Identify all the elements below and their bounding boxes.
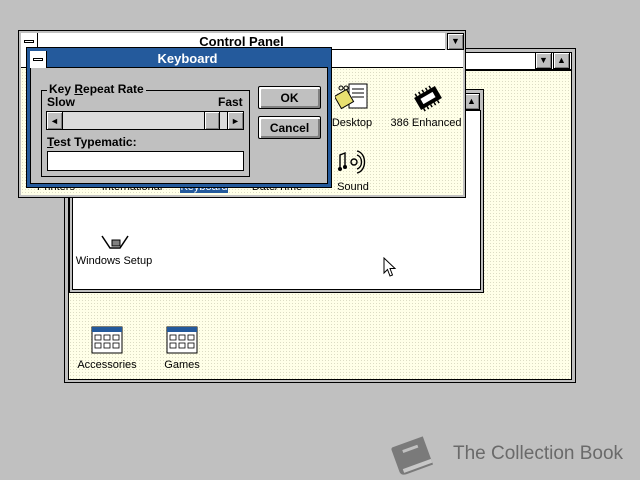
arrow-left-icon: ◄ (50, 115, 59, 126)
desktop-label[interactable]: Desktop (327, 117, 377, 129)
windows-setup-label[interactable]: Windows Setup (74, 255, 154, 267)
accessories-label[interactable]: Accessories (67, 359, 147, 371)
slow-label: Slow (47, 95, 76, 109)
scroll-left-button[interactable]: ◄ (47, 112, 63, 129)
sound-icon[interactable] (337, 147, 371, 177)
mouse-cursor-icon (383, 256, 397, 279)
book-icon (388, 430, 442, 476)
watermark-text: The Collection Book (453, 443, 624, 464)
chip-icon[interactable] (412, 83, 444, 113)
cancel-button[interactable]: Cancel (258, 116, 321, 139)
minimize-button[interactable]: ▼ (535, 52, 552, 69)
scroll-track[interactable] (63, 112, 227, 129)
fast-label: Fast (218, 95, 243, 109)
minimize-icon: ▼ (451, 36, 460, 46)
386-enhanced-label[interactable]: 386 Enhanced (385, 117, 467, 129)
control-panel-minimize-button[interactable]: ▼ (447, 33, 464, 50)
keyboard-dialog: Keyboard Key Repeat Rate Slow Fast ◄ ► T… (26, 47, 332, 188)
keyboard-dialog-title: Keyboard (157, 51, 218, 66)
keyboard-titlebar[interactable]: Keyboard (47, 51, 328, 68)
test-typematic-input[interactable] (47, 151, 244, 171)
scroll-right-button[interactable]: ► (227, 112, 243, 129)
keyboard-system-menu[interactable] (30, 51, 47, 68)
windows-setup-icon[interactable] (98, 234, 134, 252)
maximize-icon: ▲ (467, 96, 476, 106)
desktop-icon[interactable] (333, 83, 369, 111)
games-label[interactable]: Games (151, 359, 213, 371)
sound-label[interactable]: Sound (329, 181, 377, 193)
minimize-icon: ▼ (539, 55, 548, 65)
ok-button[interactable]: OK (258, 86, 321, 109)
maximize-button[interactable]: ▲ (553, 52, 570, 69)
scroll-thumb[interactable] (203, 112, 220, 129)
arrow-right-icon: ► (231, 115, 240, 126)
repeat-rate-scrollbar[interactable]: ◄ ► (46, 111, 244, 130)
maximize-icon: ▲ (557, 55, 566, 65)
key-repeat-rate-group-label: Key Repeat Rate (47, 82, 146, 96)
games-group-icon[interactable] (166, 326, 198, 354)
test-typematic-label: Test Typematic: (47, 135, 137, 149)
accessories-group-icon[interactable] (91, 326, 123, 354)
